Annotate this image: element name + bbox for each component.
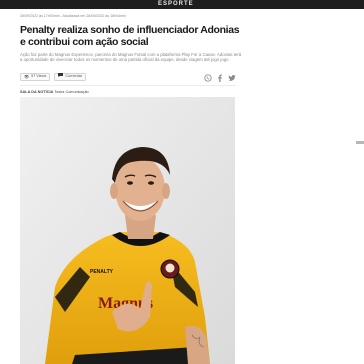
credit-label: SALA DA NOTÍCIA bbox=[20, 90, 54, 94]
comment-icon bbox=[58, 73, 64, 81]
scroll-indicator bbox=[356, 141, 364, 144]
photo-credit: SALA DA NOTÍCIA Tosha Comunicação bbox=[20, 90, 89, 94]
eye-icon: 👁 bbox=[24, 74, 30, 80]
views-badge: 👁 57 Views bbox=[20, 73, 51, 81]
article-actions: 👁 57 Views Comentar bbox=[20, 73, 87, 81]
comment-button[interactable]: Comentar bbox=[54, 73, 87, 81]
article-photo: Magnus PENALTY bbox=[20, 97, 235, 364]
views-label: 57 Views bbox=[31, 74, 47, 79]
svg-text:PENALTY: PENALTY bbox=[90, 269, 114, 275]
comment-label: Comentar bbox=[65, 74, 83, 79]
facebook-icon[interactable] bbox=[215, 73, 224, 82]
whatsapp-icon[interactable] bbox=[203, 73, 212, 82]
article-headline: Penalty realiza sonho de influenciador A… bbox=[20, 24, 240, 48]
credit-name: Tosha Comunicação bbox=[54, 90, 89, 94]
site-brand[interactable]: ESPORTE bbox=[158, 0, 194, 9]
divider bbox=[20, 85, 236, 86]
article-meta: 28/09/2022 às 17h00min - Atualizada em 2… bbox=[20, 14, 126, 18]
photo-illustration: Magnus PENALTY bbox=[20, 97, 235, 364]
twitter-icon[interactable] bbox=[227, 73, 236, 82]
top-navigation-bar: ESPORTE bbox=[0, 0, 364, 9]
share-buttons bbox=[203, 73, 236, 82]
article-lead: Ação faz parte do Magnus Experience, par… bbox=[20, 52, 242, 62]
